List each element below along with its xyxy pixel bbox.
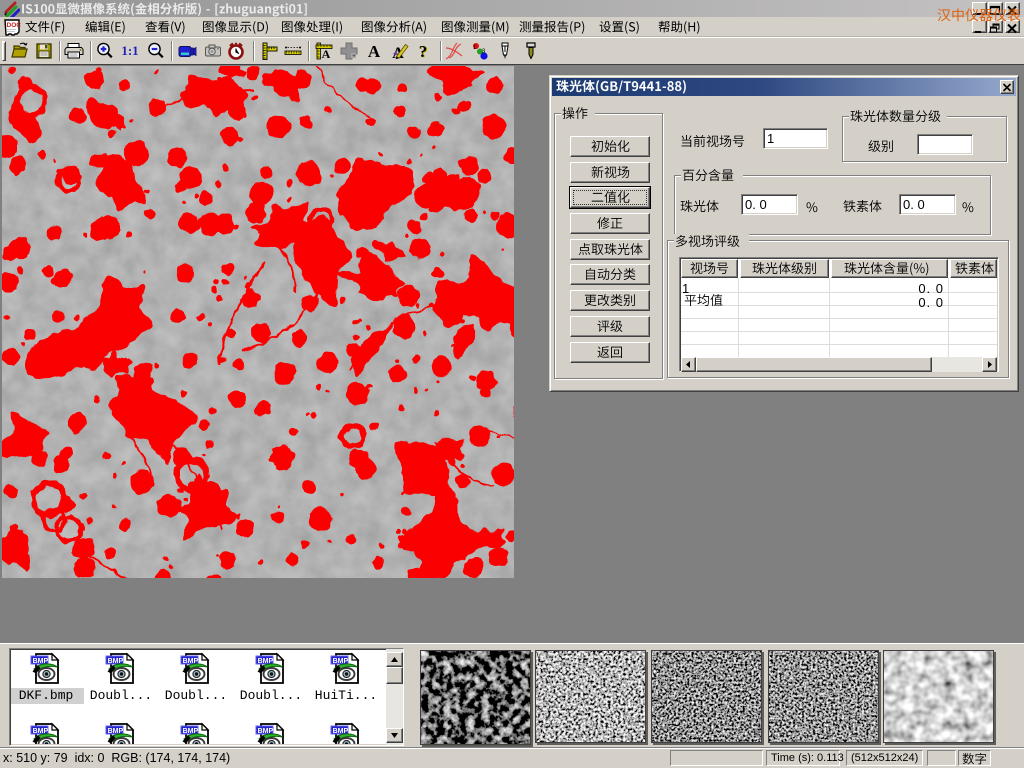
- svg-text:A: A: [368, 42, 381, 61]
- svg-text:?: ?: [419, 42, 428, 61]
- svg-text:1:1: 1:1: [121, 43, 138, 58]
- svg-text:DOC: DOC: [7, 22, 22, 29]
- svg-text:A: A: [322, 47, 331, 61]
